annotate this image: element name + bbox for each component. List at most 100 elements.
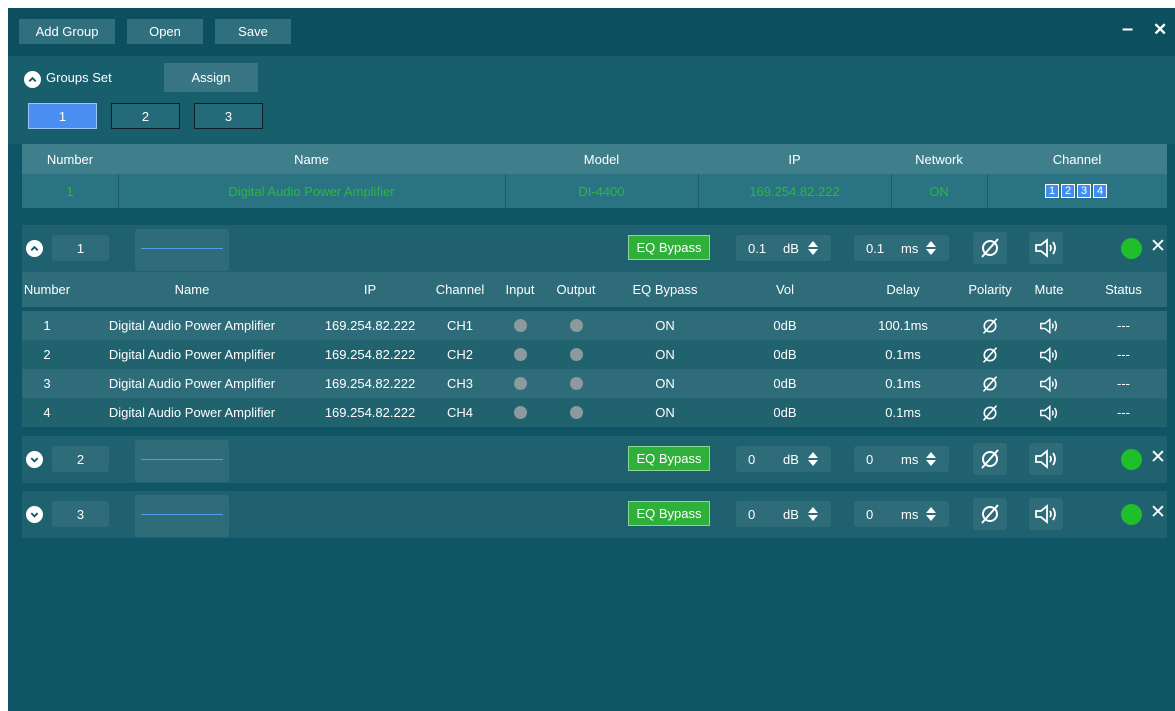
row-eq[interactable]: ON	[604, 340, 726, 369]
groups-set-panel: Groups Set Assign	[8, 56, 1175, 144]
col-status: Status	[1105, 282, 1142, 297]
vol-spinner[interactable]: 0.1 dB	[736, 235, 831, 261]
row-name: Digital Audio Power Amplifier	[108, 318, 276, 333]
save-button[interactable]: Save	[215, 19, 291, 44]
polarity-icon[interactable]	[973, 443, 1007, 475]
spinner-arrows-icon[interactable]	[925, 239, 937, 257]
group-row-1: 1 EQ Bypass 0.1 dB 0.1 ms ✕	[22, 225, 1167, 272]
col-model: Model	[583, 151, 620, 167]
row-ip: 169.254.82.222	[324, 405, 416, 420]
speaker-icon[interactable]	[1018, 340, 1080, 369]
row-vol[interactable]: 0dB	[726, 369, 844, 398]
speaker-icon[interactable]	[1018, 369, 1080, 398]
row-delay[interactable]: 0.1ms	[844, 340, 962, 369]
chevron-down-icon[interactable]	[26, 451, 43, 468]
spinner-arrows-icon[interactable]	[807, 239, 819, 257]
col-name: Name	[294, 151, 329, 167]
group-name-field[interactable]	[135, 440, 229, 482]
delay-value: 0.1	[866, 241, 885, 256]
col-eq-bypass: EQ Bypass	[632, 282, 698, 297]
speaker-icon[interactable]	[1029, 232, 1063, 264]
spinner-arrows-icon[interactable]	[925, 450, 937, 468]
vol-spinner[interactable]: 0 dB	[736, 501, 831, 527]
polarity-icon[interactable]	[962, 311, 1018, 340]
channel-box-3[interactable]: 3	[1077, 184, 1091, 198]
row-delay[interactable]: 100.1ms	[844, 311, 962, 340]
row-vol[interactable]: 0dB	[726, 398, 844, 427]
add-group-button[interactable]: Add Group	[19, 19, 115, 44]
device-table-header: Number Name Model IP Network Channel	[22, 144, 1167, 174]
close-icon[interactable]: ✕	[1150, 501, 1166, 524]
table-row[interactable]: 1 Digital Audio Power Amplifier 169.254.…	[22, 311, 1167, 340]
row-vol[interactable]: 0dB	[726, 311, 844, 340]
chevron-up-icon[interactable]	[24, 71, 41, 88]
row-vol[interactable]: 0dB	[726, 340, 844, 369]
eq-bypass-button[interactable]: EQ Bypass	[628, 446, 710, 471]
channel-box-1[interactable]: 1	[1045, 184, 1059, 198]
group-number[interactable]: 3	[52, 501, 109, 527]
device-channels: 1 2 3 4	[987, 174, 1167, 208]
row-eq[interactable]: ON	[604, 311, 726, 340]
vol-value: 0	[748, 452, 756, 467]
group-name-field[interactable]	[135, 229, 229, 271]
col-number: Number	[23, 282, 71, 297]
eq-bypass-button[interactable]: EQ Bypass	[628, 501, 710, 526]
channel-box-2[interactable]: 2	[1061, 184, 1075, 198]
group-number[interactable]: 2	[52, 446, 109, 472]
polarity-icon[interactable]	[962, 369, 1018, 398]
channel-box-4[interactable]: 4	[1093, 184, 1107, 198]
delay-spinner[interactable]: 0 ms	[854, 501, 949, 527]
spinner-arrows-icon[interactable]	[925, 505, 937, 523]
channel-table-header: Number Name IP Channel Input Output EQ B…	[22, 272, 1167, 307]
spinner-arrows-icon[interactable]	[807, 505, 819, 523]
speaker-icon[interactable]	[1029, 443, 1063, 475]
row-channel: CH3	[446, 376, 473, 391]
delay-spinner[interactable]: 0 ms	[854, 446, 949, 472]
group-name-field[interactable]	[135, 495, 229, 537]
minimize-button[interactable]: –	[1122, 18, 1133, 41]
polarity-icon[interactable]	[973, 498, 1007, 530]
spinner-arrows-icon[interactable]	[807, 450, 819, 468]
eq-bypass-button[interactable]: EQ Bypass	[628, 235, 710, 260]
polarity-icon[interactable]	[973, 232, 1007, 264]
row-delay[interactable]: 0.1ms	[844, 398, 962, 427]
group-number[interactable]: 1	[52, 235, 109, 261]
vol-spinner[interactable]: 0 dB	[736, 446, 831, 472]
row-delay[interactable]: 0.1ms	[844, 369, 962, 398]
col-mute: Mute	[1034, 282, 1064, 297]
speaker-icon[interactable]	[1018, 311, 1080, 340]
polarity-icon[interactable]	[962, 340, 1018, 369]
group-set-box-2[interactable]: 2	[111, 103, 180, 129]
col-polarity: Polarity	[968, 282, 1012, 297]
close-window-button[interactable]: ✕	[1153, 20, 1167, 40]
group-set-box-3[interactable]: 3	[194, 103, 263, 129]
close-icon[interactable]: ✕	[1150, 235, 1166, 258]
speaker-icon[interactable]	[1018, 398, 1080, 427]
group-set-box-1[interactable]: 1	[28, 103, 97, 129]
group-row-3: 3 EQ Bypass 0 dB 0 ms ✕	[22, 491, 1167, 538]
row-ip: 169.254.82.222	[324, 347, 416, 362]
input-led	[492, 311, 548, 340]
device-model: DI-4400	[578, 183, 625, 199]
table-row[interactable]: 4 Digital Audio Power Amplifier 169.254.…	[22, 398, 1167, 427]
chevron-up-icon[interactable]	[26, 240, 43, 257]
row-eq[interactable]: ON	[604, 398, 726, 427]
status-dot	[1121, 238, 1142, 259]
device-name: Digital Audio Power Amplifier	[228, 183, 395, 199]
close-icon[interactable]: ✕	[1150, 446, 1166, 469]
table-row[interactable]: 2 Digital Audio Power Amplifier 169.254.…	[22, 340, 1167, 369]
table-row[interactable]: 3 Digital Audio Power Amplifier 169.254.…	[22, 369, 1167, 398]
row-eq[interactable]: ON	[604, 369, 726, 398]
speaker-icon[interactable]	[1029, 498, 1063, 530]
device-network: ON	[929, 183, 949, 199]
vol-unit: dB	[783, 507, 799, 522]
chevron-down-icon[interactable]	[26, 506, 43, 523]
open-button[interactable]: Open	[127, 19, 203, 44]
polarity-icon[interactable]	[962, 398, 1018, 427]
vol-unit: dB	[783, 452, 799, 467]
row-status: ---	[1117, 376, 1130, 391]
device-row[interactable]: 1 Digital Audio Power Amplifier DI-4400 …	[22, 174, 1167, 208]
delay-spinner[interactable]: 0.1 ms	[854, 235, 949, 261]
vol-value: 0	[748, 507, 756, 522]
assign-button[interactable]: Assign	[164, 63, 258, 92]
